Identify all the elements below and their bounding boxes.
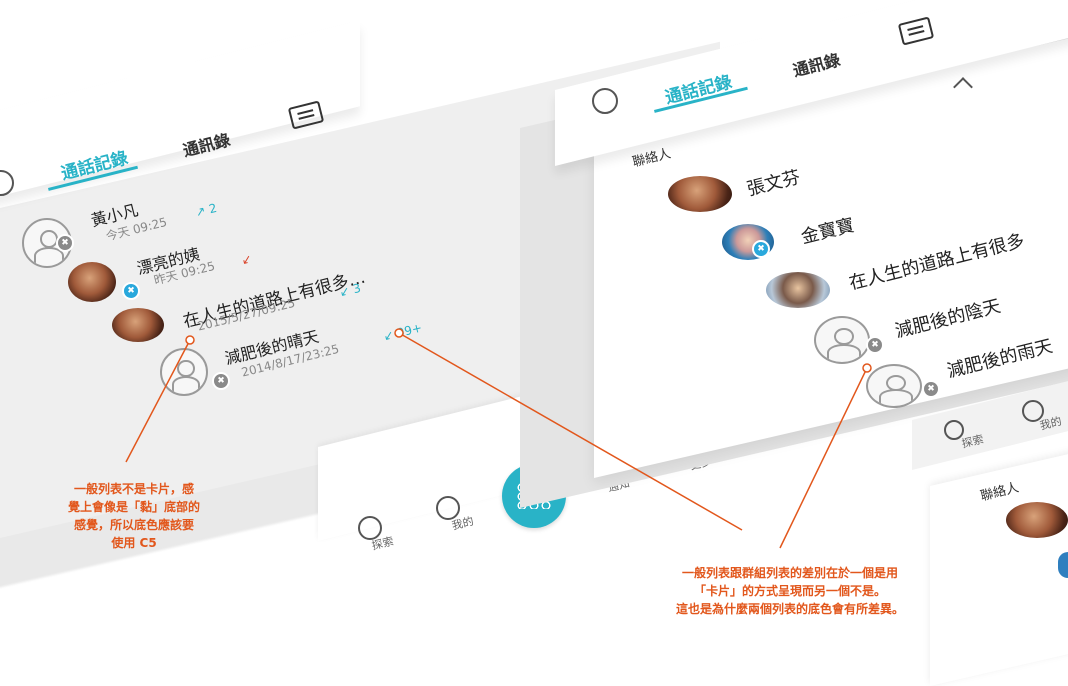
annotation-line: 感覺，所以底色應該要	[73, 518, 194, 532]
annotation-line: 使用 C5	[111, 536, 157, 550]
annotation-line: 覺上會像是「黏」底部的	[67, 500, 200, 514]
annotation-line: 一般列表不是卡片，感	[73, 482, 194, 496]
annotation-line: 這也是為什麼兩個列表的底色會有所差異。	[675, 602, 904, 616]
left-annotation: 一般列表不是卡片，感 覺上會像是「黏」底部的 感覺，所以底色應該要 使用 C5	[34, 480, 234, 552]
annotation-line: 「卡片」的方式呈現而另一個不是。	[693, 584, 886, 598]
annotation-line: 一般列表跟群組列表的差別在於一個是用	[681, 566, 898, 580]
right-annotation: 一般列表跟群組列表的差別在於一個是用 「卡片」的方式呈現而另一個不是。 這也是為…	[590, 564, 990, 618]
